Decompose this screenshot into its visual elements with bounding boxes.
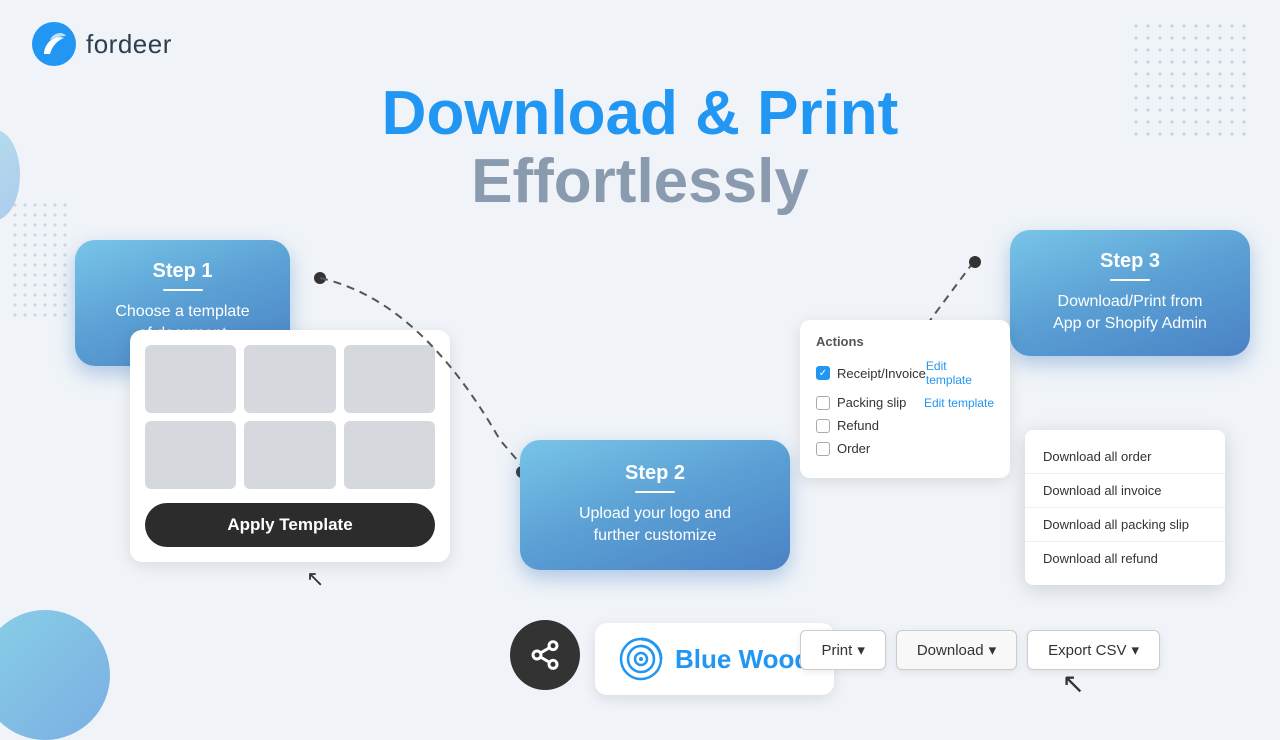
action-row-refund: Refund (816, 418, 994, 433)
main-title: Download & Print Effortlessly (0, 80, 1280, 216)
step3-label: Step 3 (1032, 250, 1228, 273)
blue-wood-name: Blue Wood (675, 644, 810, 675)
export-csv-chevron-icon: ▾ (1131, 641, 1139, 659)
export-csv-label: Export CSV (1048, 642, 1126, 659)
step3-divider (1110, 279, 1150, 281)
actions-title: Actions (816, 334, 994, 349)
bg-dots-left (10, 200, 70, 320)
header: fordeer (30, 20, 172, 68)
bottom-buttons: Print ▾ Download ▾ Export CSV ▾ (800, 630, 1160, 670)
title-line2: Effortlessly (0, 148, 1280, 216)
step1-divider (163, 289, 203, 291)
step3-box: Step 3 Download/Print fromApp or Shopify… (1010, 230, 1250, 356)
step2-divider (635, 491, 675, 493)
template-item-1[interactable] (145, 345, 236, 413)
print-button[interactable]: Print ▾ (800, 630, 885, 670)
template-item-2[interactable] (244, 345, 335, 413)
edit-packing-link[interactable]: Edit template (924, 396, 994, 410)
template-item-3[interactable] (344, 345, 435, 413)
template-item-4[interactable] (145, 421, 236, 489)
checkbox-order[interactable] (816, 442, 830, 456)
dropdown-item-all-packing[interactable]: Download all packing slip (1025, 508, 1225, 542)
dropdown-item-all-refund[interactable]: Download all refund (1025, 542, 1225, 575)
download-button[interactable]: Download ▾ (896, 630, 1017, 670)
edit-receipt-link[interactable]: Edit template (926, 359, 994, 387)
bg-blob-bottom-left (0, 610, 110, 740)
action-row-packing: Packing slip Edit template (816, 395, 994, 410)
action-row-receipt: ✓ Receipt/Invoice Edit template (816, 359, 994, 387)
action-name-order: Order (837, 441, 870, 456)
template-card: Apply Template ↖ (130, 330, 450, 562)
download-dropdown: Download all order Download all invoice … (1025, 430, 1225, 585)
step3-desc: Download/Print fromApp or Shopify Admin (1032, 291, 1228, 336)
download-chevron-icon: ▾ (989, 641, 997, 659)
action-name-receipt: Receipt/Invoice (837, 366, 926, 381)
actions-card: Actions ✓ Receipt/Invoice Edit template … (800, 320, 1010, 478)
blue-wood-card: Blue Wood (595, 623, 834, 695)
brand-name: fordeer (86, 29, 172, 60)
dropdown-item-all-invoice[interactable]: Download all invoice (1025, 474, 1225, 508)
apply-template-button[interactable]: Apply Template (145, 503, 435, 547)
action-name-packing: Packing slip (837, 395, 906, 410)
share-icon[interactable] (510, 620, 580, 690)
dropdown-item-all-order[interactable]: Download all order (1025, 440, 1225, 474)
step2-desc: Upload your logo andfurther customize (546, 503, 764, 548)
step2-box: Step 2 Upload your logo andfurther custo… (520, 440, 790, 570)
blue-wood-logo-icon (619, 637, 663, 681)
cursor-icon: ↖ (306, 566, 324, 592)
logo-icon (30, 20, 78, 68)
print-chevron-icon: ▾ (857, 641, 865, 659)
template-item-5[interactable] (244, 421, 335, 489)
template-item-6[interactable] (344, 421, 435, 489)
mouse-cursor: ↖ (1062, 667, 1085, 700)
template-grid (145, 345, 435, 489)
action-name-refund: Refund (837, 418, 879, 433)
export-csv-button[interactable]: Export CSV ▾ (1027, 630, 1160, 670)
checkbox-refund[interactable] (816, 419, 830, 433)
action-row-order: Order (816, 441, 994, 456)
step1-label: Step 1 (97, 260, 268, 283)
download-label: Download (917, 642, 984, 659)
checkbox-packing[interactable] (816, 396, 830, 410)
title-line1: Download & Print (0, 80, 1280, 148)
print-label: Print (821, 642, 852, 659)
step2-label: Step 2 (546, 462, 764, 485)
checkbox-receipt[interactable]: ✓ (816, 366, 830, 380)
